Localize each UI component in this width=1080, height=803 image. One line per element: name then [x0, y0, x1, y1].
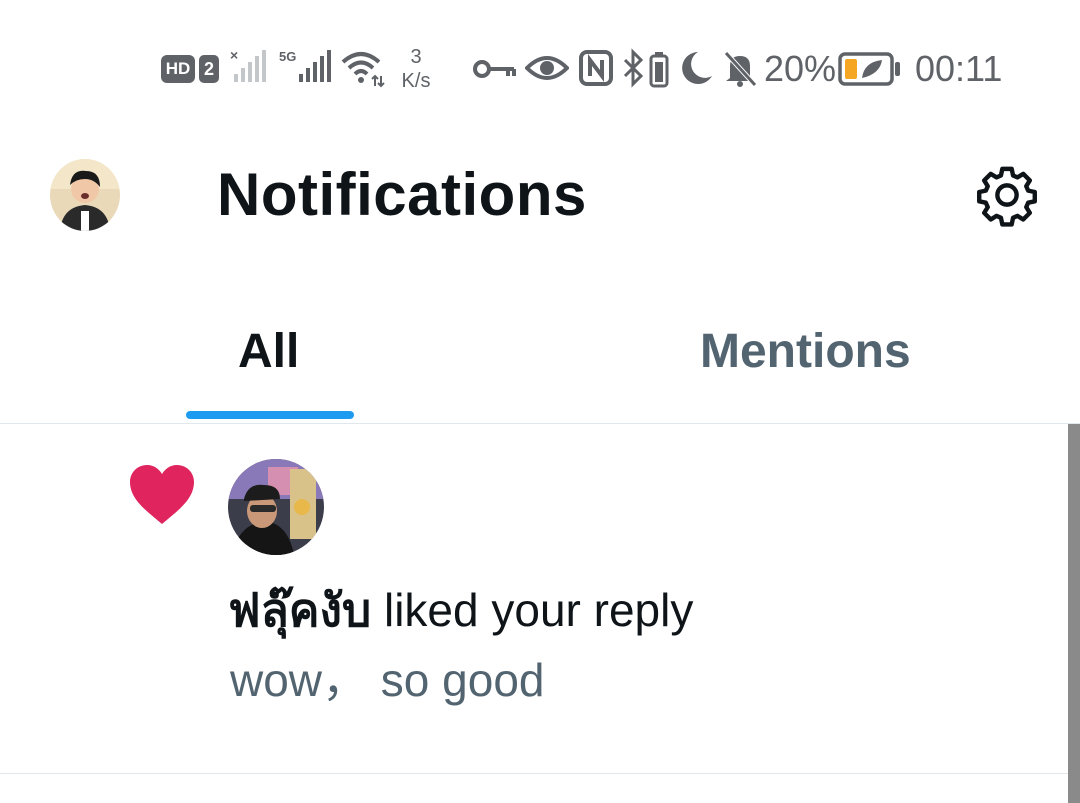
- bluetooth-icon: [622, 48, 646, 88]
- speed-value: 3: [410, 46, 422, 68]
- svg-text:5G: 5G: [279, 49, 296, 64]
- network-speed: 3 K/s: [395, 42, 437, 96]
- eye-icon: [525, 50, 569, 86]
- sim-badge: 2: [199, 55, 219, 83]
- moon-icon: [680, 50, 714, 86]
- notification-action: liked your reply: [371, 584, 694, 636]
- page-title: Notifications: [217, 161, 587, 228]
- active-tab-indicator: [186, 411, 354, 419]
- speed-unit: K/s: [401, 70, 431, 92]
- notification-user-name[interactable]: ฟลุ๊คงับ: [228, 584, 371, 636]
- notification-text: ฟลุ๊คงับ liked your reply: [228, 582, 693, 638]
- profile-avatar[interactable]: [50, 159, 120, 231]
- battery-icon: [838, 52, 902, 86]
- tab-all[interactable]: All: [0, 300, 540, 423]
- tab-mentions[interactable]: Mentions: [540, 300, 1080, 423]
- status-bar: HD 2 × 5G 3 K/s 20% 00:11: [0, 0, 1080, 130]
- vpn-key-icon: [472, 54, 516, 84]
- notification-reply-text: wow， so good: [230, 654, 545, 706]
- clock: 00:11: [915, 48, 1003, 89]
- user-avatar[interactable]: [228, 459, 324, 555]
- hd-badge: HD: [161, 55, 195, 83]
- tab-mentions-label: Mentions: [700, 325, 911, 378]
- tab-all-label: All: [238, 325, 300, 378]
- signal-5g-icon: 5G: [279, 48, 335, 86]
- battery-percent: 20%: [764, 48, 837, 89]
- notification-tabs: All Mentions: [0, 300, 1080, 424]
- gear-icon[interactable]: [974, 162, 1040, 228]
- nfc-icon: [579, 50, 613, 86]
- heart-icon: [128, 464, 196, 526]
- svg-text:×: ×: [230, 48, 238, 63]
- bell-off-icon: [722, 50, 758, 88]
- wifi-icon: [341, 48, 387, 88]
- scrollbar[interactable]: [1068, 424, 1080, 803]
- no-signal-icon: ×: [230, 48, 270, 86]
- notification-item[interactable]: ฟลุ๊คงับ liked your reply wow， so good: [0, 424, 1068, 774]
- battery-small-icon: [649, 50, 669, 88]
